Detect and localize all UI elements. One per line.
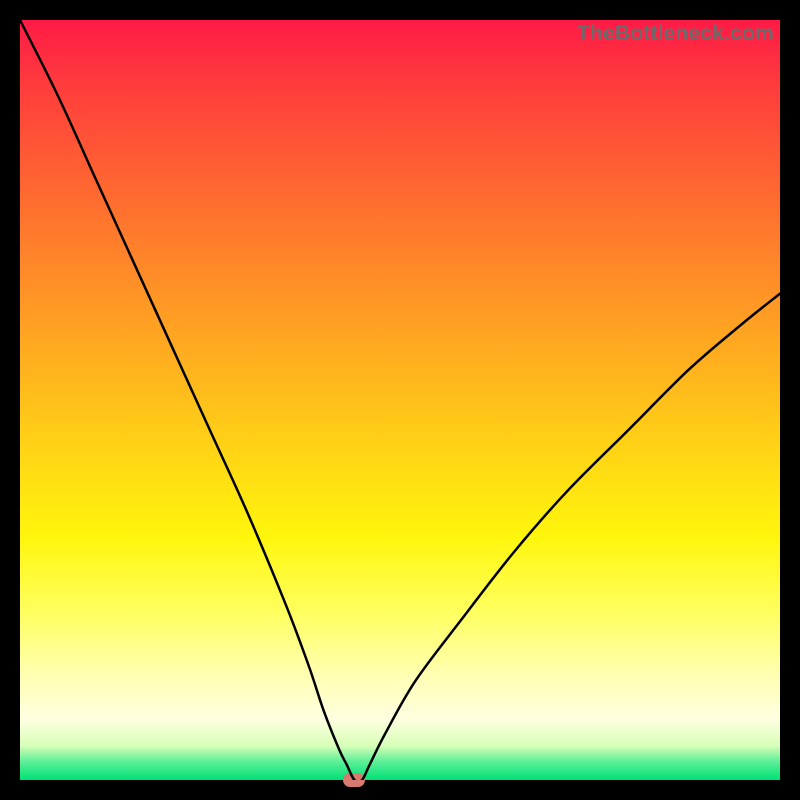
bottleneck-curve: [20, 20, 780, 780]
watermark-text: TheBottleneck.com: [577, 22, 774, 46]
chart-frame: TheBottleneck.com: [20, 20, 780, 780]
